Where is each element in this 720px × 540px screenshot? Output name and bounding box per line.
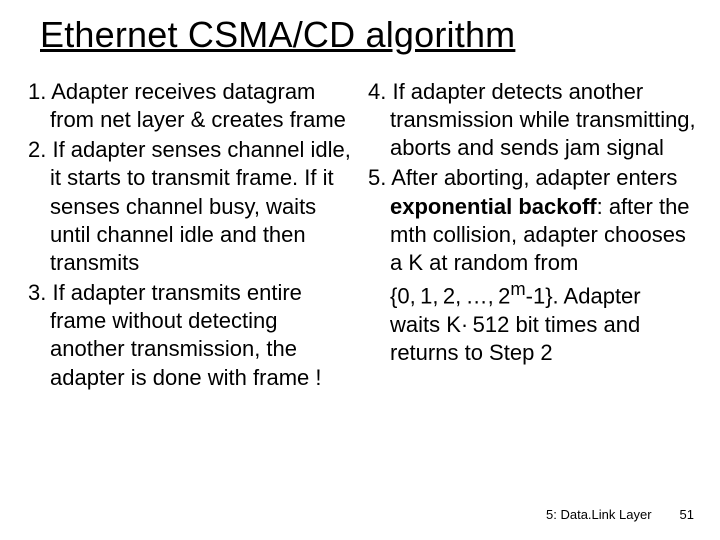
slide: Ethernet CSMA/CD algorithm 1. Adapter re… (0, 0, 720, 540)
step-2: 2. If adapter senses channel idle, it st… (28, 136, 356, 277)
page-number: 51 (680, 507, 694, 522)
left-column: 1. Adapter receives datagram from net la… (28, 78, 356, 394)
step-3: 3. If adapter transmits entire frame wit… (28, 279, 356, 392)
footer-label: 5: Data.Link Layer (546, 507, 652, 522)
footer: 5: Data.Link Layer 51 (546, 507, 694, 522)
step-5-term: exponential backoff (390, 194, 597, 219)
right-column: 4. If adapter detects another transmissi… (368, 78, 696, 394)
page-title: Ethernet CSMA/CD algorithm (40, 14, 515, 56)
step-4: 4. If adapter detects another transmissi… (368, 78, 696, 162)
step-5-exp: m (510, 278, 525, 299)
step-5-lead: 5. After aborting, adapter enters (368, 165, 677, 190)
step-5: 5. After aborting, adapter enters expone… (368, 164, 696, 366)
content-columns: 1. Adapter receives datagram from net la… (28, 78, 696, 394)
step-1: 1. Adapter receives datagram from net la… (28, 78, 356, 134)
